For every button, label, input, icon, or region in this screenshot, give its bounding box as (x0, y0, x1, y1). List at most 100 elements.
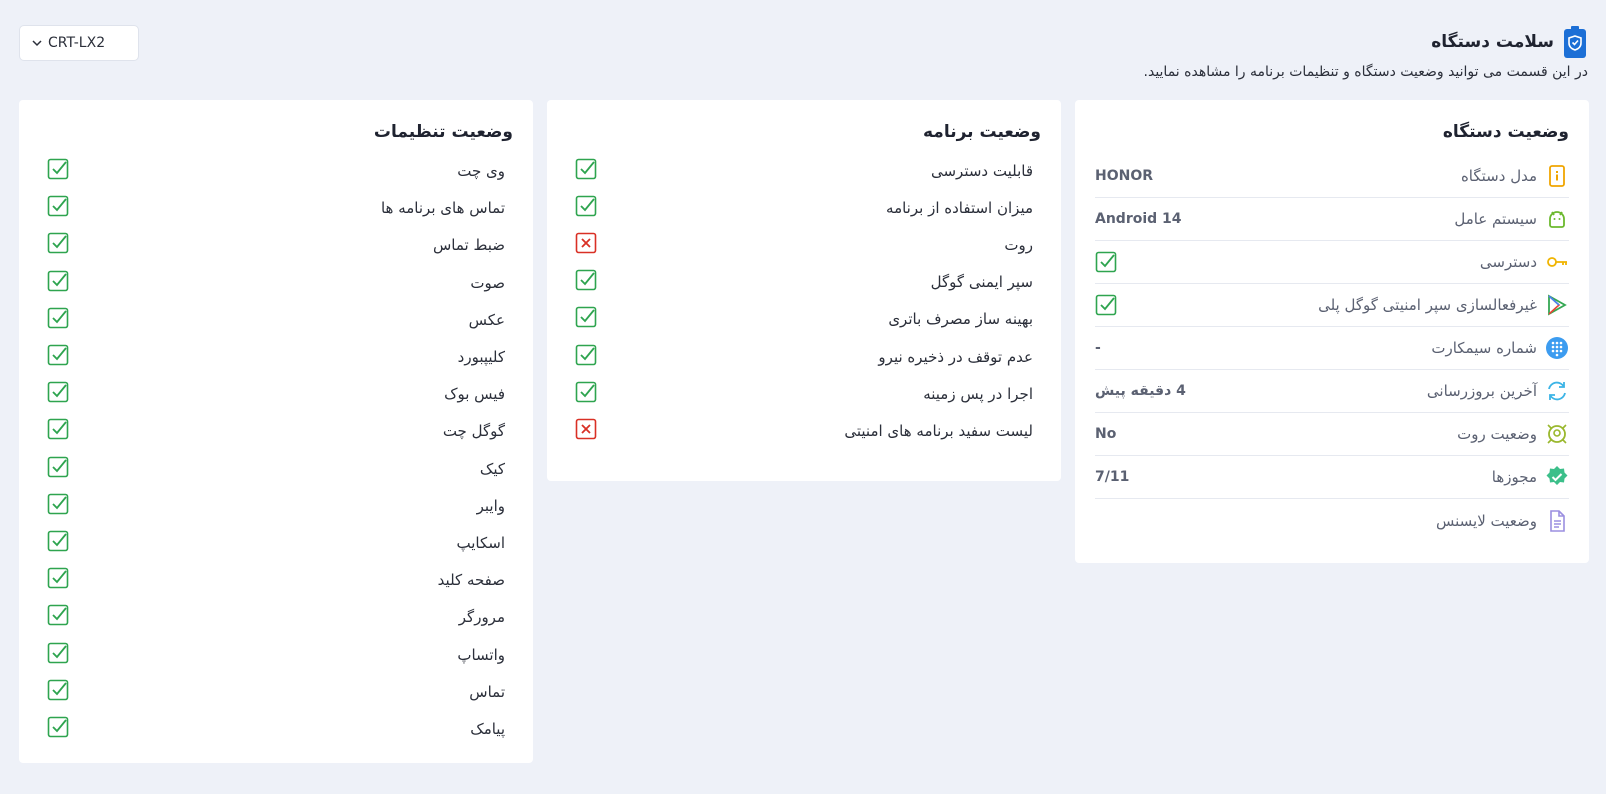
device-row-label: وضعیت لایسنس (1435, 511, 1537, 530)
status-row: کلیپبورد (47, 342, 505, 372)
status-row-label: عدم توقف در ذخیره نیرو (878, 347, 1033, 366)
chevron-down-icon (32, 40, 42, 47)
status-row-label: روت (1004, 236, 1033, 255)
status-indicator (47, 567, 69, 593)
device-row-label: غیرفعالسازی سپر امنیتی گوگل پلی (1318, 296, 1537, 314)
google-play-icon (1548, 294, 1567, 316)
cross-icon (575, 418, 597, 439)
device-status-card: وضعیت دستگاه مدل دستگاه HONOR سیستم عامل… (1075, 100, 1589, 563)
device-row-sim: شماره سیمکارت - (1095, 327, 1569, 370)
check-icon (47, 642, 69, 663)
device-row-label: شماره سیمکارت (1431, 339, 1537, 357)
status-row: مرورگر (47, 602, 505, 632)
check-icon (47, 270, 69, 291)
device-row-license: وضعیت لایسنس (1095, 499, 1569, 542)
device-row-permissions: مجوزها 7/11 (1095, 456, 1569, 499)
status-row-label: وایبر (476, 496, 505, 515)
device-row-label: مجوزها (1491, 468, 1537, 486)
device-row-label: سیستم عامل (1454, 210, 1537, 228)
status-indicator (47, 642, 69, 668)
status-row-label: سپر ایمنی گوگل (930, 273, 1033, 292)
status-row: وی چت (47, 156, 505, 186)
device-status-title: وضعیت دستگاه (1442, 122, 1569, 142)
device-row-value: HONOR (1095, 168, 1154, 184)
status-row-label: فیس بوک (444, 385, 505, 404)
page-header: سلامت دستگاه در این قسمت می توانید وضعیت… (588, 26, 1588, 80)
check-icon (1095, 251, 1117, 273)
status-row: گوگل چت (47, 416, 505, 446)
check-icon (47, 419, 69, 440)
check-icon (575, 344, 597, 365)
device-row-play-protect: غیرفعالسازی سپر امنیتی گوگل پلی (1095, 284, 1569, 327)
app-status-card: وضعیت برنامه قابلیت دسترسی میزان استفاده … (547, 100, 1061, 481)
status-indicator (575, 269, 597, 295)
status-indicator (47, 270, 69, 296)
check-icon (575, 269, 597, 291)
device-select-value: CRT-LX2 (48, 35, 106, 51)
key-icon (1547, 257, 1567, 267)
status-indicator (47, 716, 69, 742)
document-icon (1550, 509, 1565, 532)
status-row-label: تماس (469, 682, 505, 701)
status-indicator (575, 195, 597, 221)
status-row: تماس (47, 677, 505, 707)
status-indicator (47, 456, 69, 482)
status-indicator (47, 307, 69, 333)
status-row-label: گوگل چت (442, 422, 505, 441)
android-icon (1549, 211, 1565, 228)
device-row-model: مدل دستگاه HONOR (1095, 155, 1569, 198)
status-row: تماس های برنامه ها (47, 193, 505, 223)
app-status-title: وضعیت برنامه (922, 122, 1041, 142)
device-health-page: سلامت دستگاه در این قسمت می توانید وضعیت… (0, 0, 1606, 794)
status-row-label: ضبط تماس (433, 236, 505, 255)
status-row: کیک (47, 454, 505, 484)
check-icon (47, 605, 69, 626)
settings-status-title: وضعیت تنظیمات (373, 122, 513, 142)
status-row: فیس بوک (47, 379, 505, 409)
phone-info-icon (1549, 165, 1565, 187)
settings-status-card: وضعیت تنظیمات وی چت تماس های برنامه ها ضبط… (19, 100, 533, 763)
status-indicator (47, 493, 69, 519)
status-row: میزان استفاده از برنامه (575, 193, 1033, 223)
status-row-label: لیست سفید برنامه های امنیتی (844, 421, 1033, 440)
status-indicator (575, 306, 597, 332)
status-row-label: کیک (479, 459, 505, 478)
status-row-label: اجرا در پس زمینه (923, 384, 1033, 403)
status-row-label: مرورگر (458, 608, 505, 627)
check-icon (47, 456, 69, 477)
status-indicator (47, 158, 69, 184)
status-row-label: پیامک (470, 720, 505, 738)
status-row-label: اسکایپ (456, 534, 506, 552)
check-icon (47, 679, 69, 701)
status-row: سپر ایمنی گوگل (575, 267, 1033, 297)
check-icon (47, 344, 69, 366)
status-indicator (47, 381, 69, 407)
status-row-label: تماس های برنامه ها (380, 199, 505, 218)
sync-icon (1548, 381, 1566, 401)
status-indicator (47, 418, 69, 444)
device-row-value: No (1095, 426, 1117, 442)
check-icon (575, 307, 597, 328)
status-indicator (575, 232, 597, 258)
status-indicator (47, 530, 69, 556)
check-icon (47, 530, 69, 552)
status-row: عکس (47, 305, 505, 335)
check-icon (575, 158, 597, 180)
status-row: ضبط تماس (47, 230, 505, 260)
device-select[interactable]: CRT-LX2 (19, 25, 139, 61)
status-row-label: میزان استفاده از برنامه (886, 199, 1033, 218)
status-row: قابلیت دسترسی (575, 156, 1033, 186)
status-indicator (47, 195, 69, 221)
device-row-label: دسترسی (1479, 253, 1537, 271)
device-row-root: وضعیت روت No (1095, 413, 1569, 456)
title-row: سلامت دستگاه (588, 26, 1588, 58)
cross-icon (575, 232, 597, 254)
status-indicator (47, 344, 69, 370)
check-icon (47, 567, 69, 589)
device-row-os: سیستم عامل Android 14 (1095, 198, 1569, 241)
status-row-label: کلیپبورد (457, 348, 505, 366)
page-title: سلامت دستگاه (1431, 32, 1554, 52)
device-row-label: وضعیت روت (1457, 425, 1537, 443)
check-icon (575, 195, 597, 217)
status-indicator (575, 381, 597, 407)
